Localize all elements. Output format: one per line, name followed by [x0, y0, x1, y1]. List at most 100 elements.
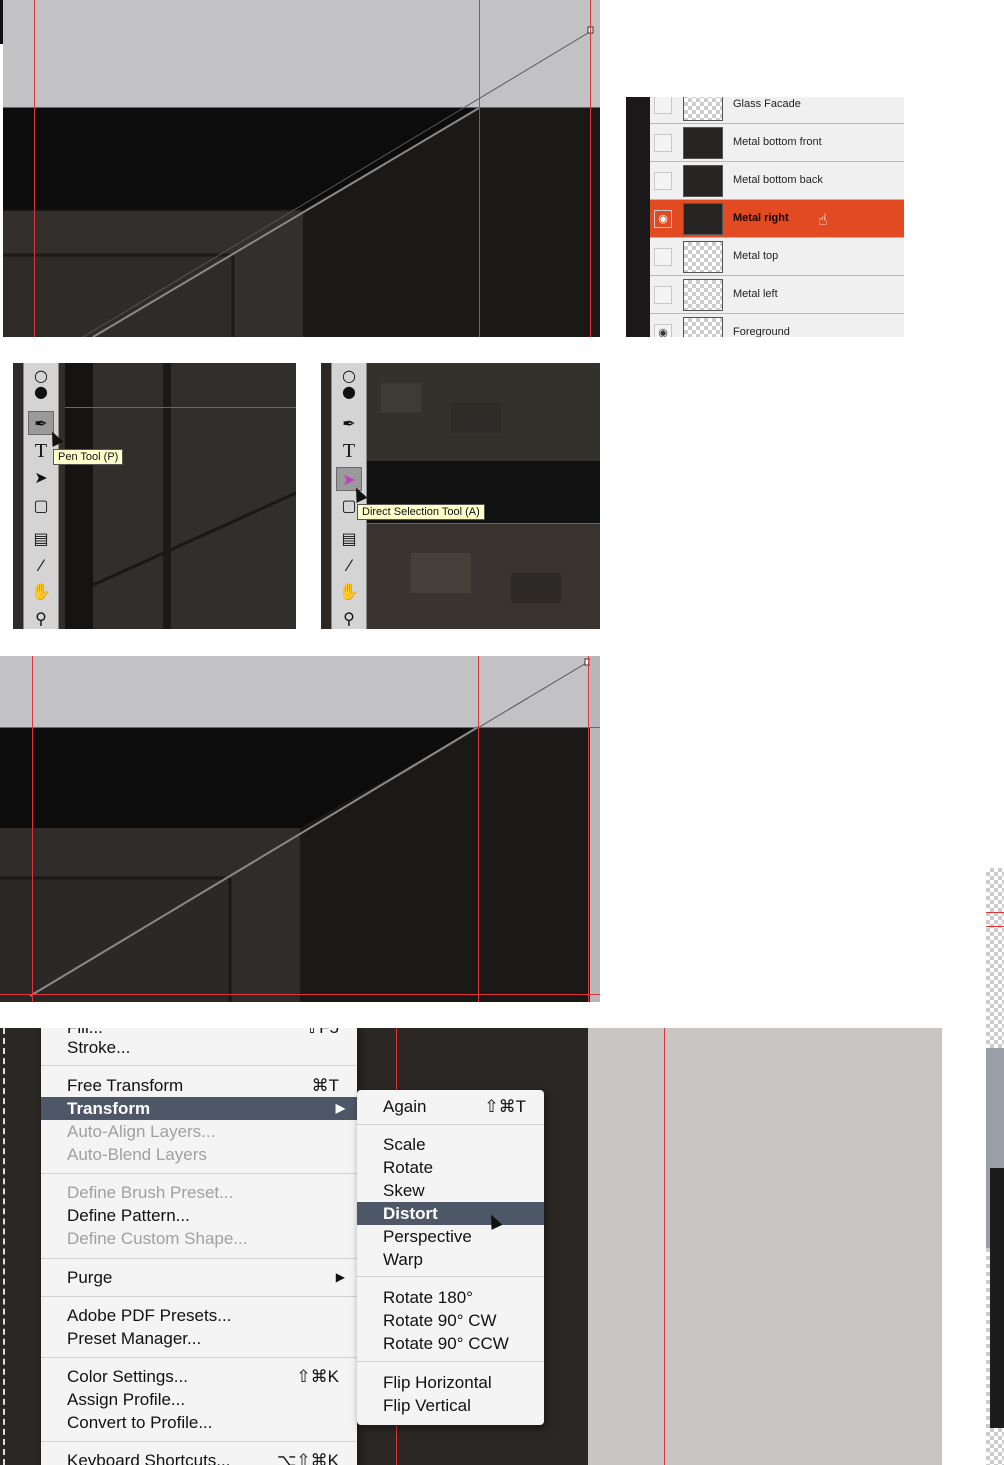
submenu-item[interactable]: Skew	[357, 1179, 544, 1202]
submenu-item-label: Scale	[383, 1135, 426, 1154]
visibility-toggle[interactable]	[654, 134, 672, 152]
visibility-toggle[interactable]	[654, 248, 672, 266]
menu-item[interactable]: Preset Manager...	[41, 1327, 357, 1350]
menu-separator	[357, 1276, 544, 1277]
layer-thumbnail	[683, 127, 723, 159]
layer-name: Metal left	[733, 288, 778, 300]
eyedropper-icon[interactable]: ⁄	[336, 553, 362, 577]
right-edge-fragment	[986, 868, 1004, 1465]
dodge-icon[interactable]: ●	[28, 379, 54, 403]
eyedropper-icon[interactable]: ⁄	[28, 553, 54, 577]
submenu-item-label: Again	[383, 1097, 427, 1116]
menu-item[interactable]: Free Transform ⌘T	[41, 1074, 357, 1097]
guide-vertical	[478, 656, 479, 1002]
hand-icon[interactable]: ✋	[336, 579, 362, 603]
layer-row[interactable]: Metal top	[650, 238, 904, 276]
menu-item[interactable]: Purge ▶	[41, 1266, 357, 1289]
dodge-icon[interactable]: ●	[336, 379, 362, 403]
guide-horizontal	[3, 107, 600, 108]
guide-horizontal	[986, 926, 1004, 927]
submenu-item-label: Rotate 90° CCW	[383, 1334, 509, 1353]
submenu-item[interactable]: Distort	[357, 1202, 544, 1225]
submenu-item-label: Skew	[383, 1181, 425, 1200]
layer-row[interactable]: Glass Facade	[650, 97, 904, 124]
path-selection-icon[interactable]: ➤	[28, 465, 54, 489]
guide-horizontal	[0, 994, 600, 995]
hand-cursor-icon: ☝	[818, 210, 828, 229]
menu-shortcut: ⇧⌘K	[296, 1367, 339, 1386]
submenu-item[interactable]: Rotate 180°	[357, 1286, 544, 1309]
menu-separator	[41, 1173, 357, 1174]
guide-vertical	[479, 0, 480, 337]
menu-item-label: Color Settings...	[67, 1367, 188, 1386]
layer-row[interactable]: Metal left	[650, 276, 904, 314]
type-icon[interactable]: T	[336, 439, 362, 463]
submenu-item-label: Distort	[383, 1204, 438, 1223]
canvas-artwork-4	[0, 656, 600, 1002]
submenu-item-label: Rotate 180°	[383, 1288, 473, 1307]
eye-icon[interactable]: ◉	[654, 324, 672, 337]
submenu-item-label: Flip Vertical	[383, 1396, 471, 1415]
menu-item-label: Auto-Blend Layers	[67, 1145, 207, 1164]
canvas-view-2[interactable]	[0, 656, 600, 1002]
zoom-icon[interactable]: ⚲	[336, 606, 362, 629]
layer-row[interactable]: Metal bottom back	[650, 162, 904, 200]
guide-vertical	[32, 656, 33, 1002]
menu-item[interactable]: Adobe PDF Presets...	[41, 1304, 357, 1327]
layer-name: Metal top	[733, 250, 779, 262]
submenu-item[interactable]: Rotate	[357, 1156, 544, 1179]
menu-shortcut: ⇧⌘T	[484, 1097, 526, 1116]
menu-item[interactable]: Keyboard Shortcuts... ⌥⇧⌘K	[41, 1449, 357, 1465]
menu-item[interactable]: Assign Profile...	[41, 1388, 357, 1411]
submenu-item[interactable]: Flip Horizontal	[357, 1371, 544, 1394]
guide-horizontal	[65, 407, 296, 408]
menu-separator	[41, 1441, 357, 1442]
layer-row[interactable]: Metal bottom front	[650, 124, 904, 162]
menu-separator	[41, 1065, 357, 1066]
menu-item: Auto-Align Layers...	[41, 1120, 357, 1143]
canvas-view-1[interactable]	[3, 0, 600, 337]
notes-icon[interactable]: ▤	[336, 526, 362, 550]
pen-icon[interactable]: ✒	[336, 411, 362, 435]
menu-item[interactable]: Transform ▶	[41, 1097, 357, 1120]
direct-selection-tooltip: Direct Selection Tool (A)	[357, 504, 485, 520]
layer-name: Metal right	[733, 212, 789, 224]
menu-item[interactable]: Color Settings... ⇧⌘K	[41, 1365, 357, 1388]
shape-icon[interactable]: ▢	[28, 493, 54, 517]
layer-row[interactable]: ◉ Foreground	[650, 314, 904, 337]
submenu-item[interactable]: Again ⇧⌘T	[357, 1095, 544, 1118]
visibility-toggle[interactable]	[654, 286, 672, 304]
zoom-icon[interactable]: ⚲	[28, 606, 54, 629]
submenu-item[interactable]: Warp	[357, 1248, 544, 1271]
eye-icon[interactable]: ◉	[654, 210, 672, 228]
layer-thumbnail	[683, 203, 723, 235]
submenu-item-label: Flip Horizontal	[383, 1373, 492, 1392]
menu-item[interactable]: Define Pattern...	[41, 1204, 357, 1227]
submenu-item[interactable]: Rotate 90° CW	[357, 1309, 544, 1332]
pen-tool-tooltip: Pen Tool (P)	[53, 449, 124, 465]
menu-item: Define Brush Preset...	[41, 1181, 357, 1204]
visibility-toggle[interactable]	[654, 172, 672, 190]
submenu-item-label: Rotate 90° CW	[383, 1311, 497, 1330]
toolbox: ○ ● ✒ T ➤ ▢ ▤ ⁄ ✋ ⚲	[23, 363, 59, 629]
layer-thumbnail	[683, 165, 723, 197]
submenu-item[interactable]: Rotate 90° CCW	[357, 1332, 544, 1355]
visibility-toggle[interactable]	[654, 97, 672, 114]
menu-separator	[357, 1361, 544, 1362]
menu-shortcut: ⌥⇧⌘K	[276, 1451, 339, 1465]
layer-row[interactable]: ◉ Metal right ☝	[650, 200, 904, 238]
submenu-item[interactable]: Scale	[357, 1133, 544, 1156]
guide-vertical	[588, 656, 589, 1002]
menu-item[interactable]: Convert to Profile...	[41, 1411, 357, 1434]
menu-item-label: Convert to Profile...	[67, 1413, 213, 1432]
notes-icon[interactable]: ▤	[28, 526, 54, 550]
guide-vertical	[590, 0, 591, 337]
edit-menu: Fill...⇧F5Stroke...Free Transform⌘TTrans…	[41, 1028, 357, 1465]
menu-item[interactable]: Stroke...	[41, 1036, 357, 1059]
menu-item-label: Preset Manager...	[67, 1329, 202, 1348]
submenu-item[interactable]: Perspective	[357, 1225, 544, 1248]
submenu-item[interactable]: Flip Vertical	[357, 1394, 544, 1417]
transform-submenu: Again ⇧⌘T Scale Rotate Skew Distort Perspectiv…	[357, 1090, 544, 1425]
hand-icon[interactable]: ✋	[28, 579, 54, 603]
guide-vertical	[664, 1028, 665, 1465]
